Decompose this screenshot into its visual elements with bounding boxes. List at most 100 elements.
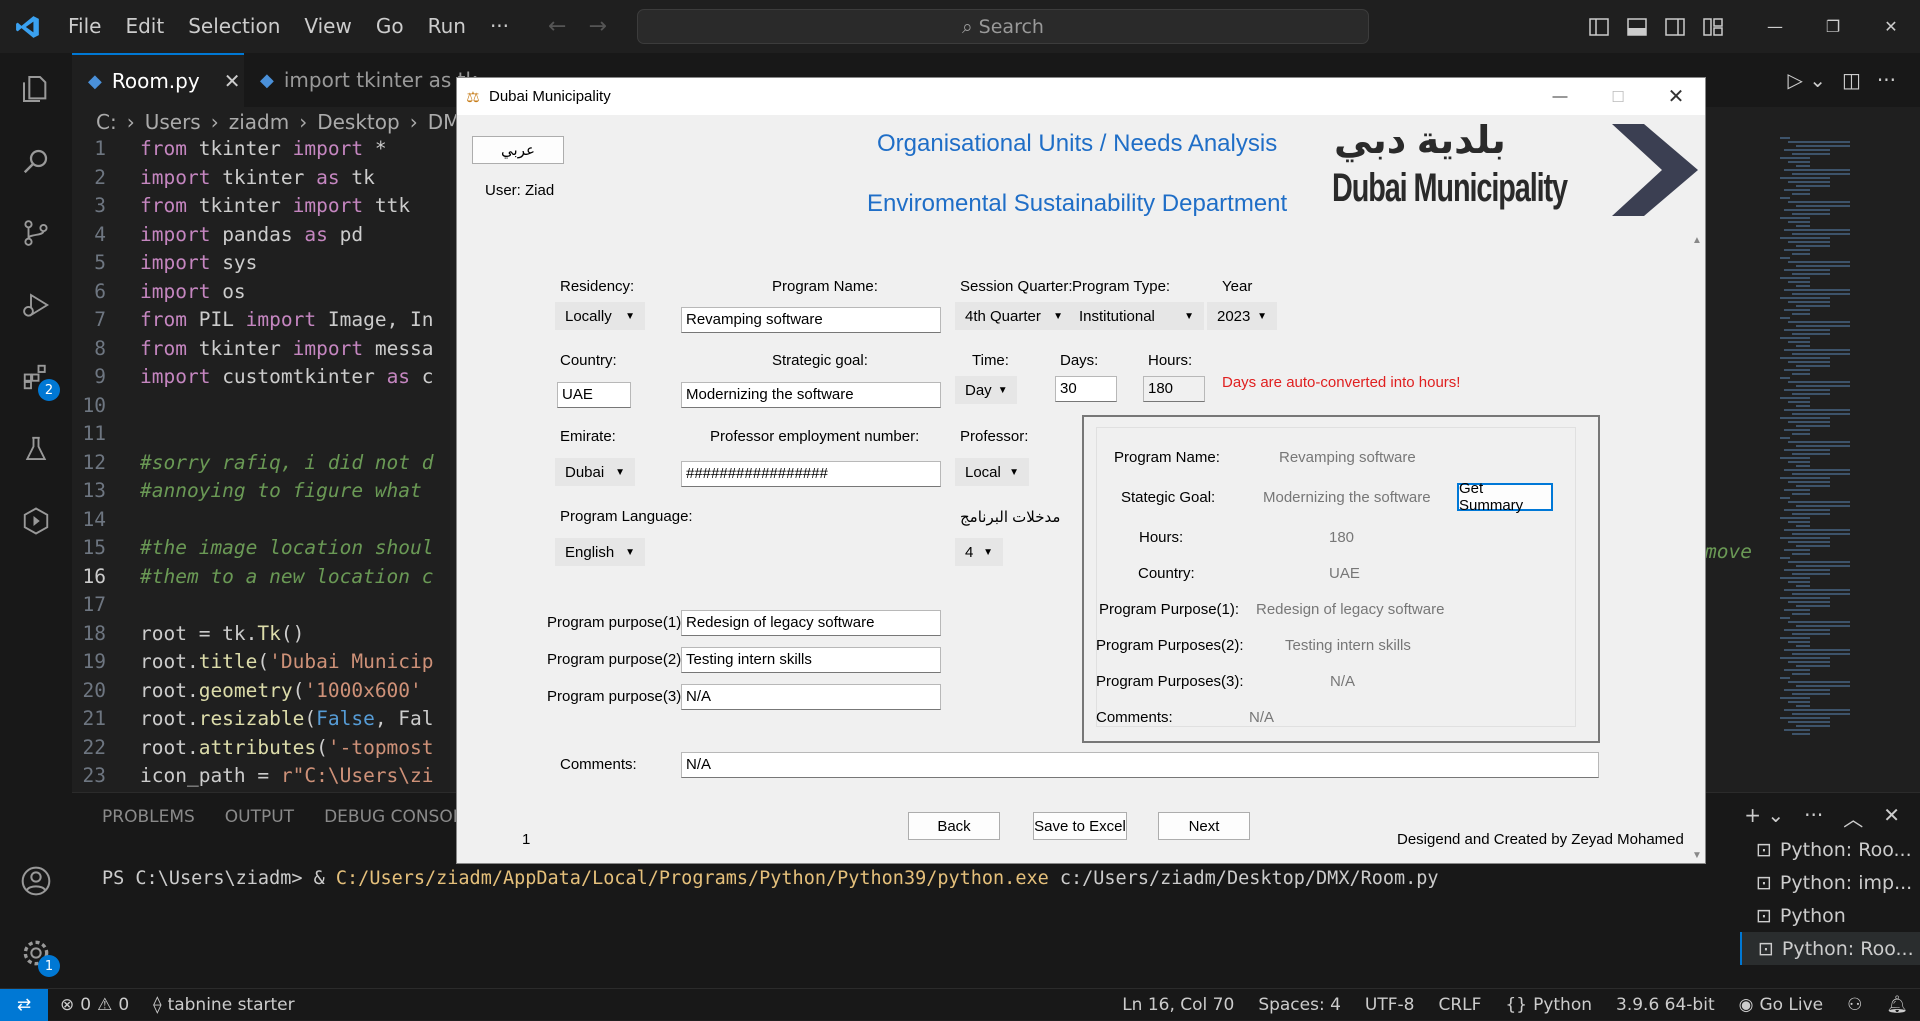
- python-version[interactable]: 3.9.6 64-bit: [1604, 995, 1727, 1015]
- run-python-icon[interactable]: ▷ ⌄: [1788, 68, 1827, 92]
- explorer-icon[interactable]: [0, 53, 72, 125]
- back-arrow-icon[interactable]: ←: [548, 14, 566, 39]
- comments-input[interactable]: N/A: [681, 752, 1599, 778]
- copilot-icon[interactable]: ⚇: [1835, 995, 1874, 1015]
- chevron-right-icon: ›: [126, 110, 135, 134]
- code-overflow-text: move: [1705, 540, 1752, 563]
- panel-more-icon[interactable]: ···: [1804, 803, 1823, 832]
- braces-icon: {}: [1505, 994, 1528, 1015]
- breadcrumb-item[interactable]: C:: [96, 110, 117, 134]
- restore-icon[interactable]: ❐: [1804, 0, 1862, 53]
- toggle-sidebar-icon[interactable]: [1580, 0, 1618, 53]
- menu-item[interactable]: Edit: [113, 0, 176, 53]
- terminal-output[interactable]: PS C:\Users\ziadm> & C:/Users/ziadm/AppD…: [102, 868, 1439, 889]
- breadcrumb-item[interactable]: ziadm: [229, 110, 290, 134]
- scroll-up-icon[interactable]: ▲: [1689, 235, 1705, 246]
- encoding[interactable]: UTF-8: [1353, 995, 1427, 1015]
- time-select[interactable]: Day ▼: [955, 376, 1017, 404]
- professor-select[interactable]: Local ▼: [955, 458, 1029, 486]
- tabnine-status[interactable]: ⟠ tabnine starter: [141, 995, 306, 1015]
- search-icon[interactable]: [0, 125, 72, 197]
- arabic-button[interactable]: عربي: [472, 136, 564, 164]
- chevron-down-icon: ▼: [615, 466, 625, 478]
- language-mode[interactable]: {} Python: [1493, 995, 1604, 1015]
- breadcrumb-item[interactable]: Users: [145, 110, 201, 134]
- panel-tab[interactable]: PROBLEMS: [102, 807, 195, 827]
- notifications-bell-icon[interactable]: 🔔︎: [1874, 995, 1920, 1015]
- country-input[interactable]: UAE: [557, 382, 631, 408]
- tk-minimize-icon[interactable]: —: [1531, 78, 1589, 115]
- toggle-panel-icon[interactable]: [1618, 0, 1656, 53]
- terminal-list-item[interactable]: ⊡ Python: Roo...: [1740, 932, 1920, 965]
- header-department: Enviromental Sustainability Department: [867, 190, 1288, 217]
- line-number: 9: [94, 365, 106, 388]
- days-input[interactable]: 30: [1055, 376, 1117, 402]
- toggle-secondary-sidebar-icon[interactable]: [1656, 0, 1694, 53]
- program-inputs-select[interactable]: 4 ▼: [955, 538, 1003, 566]
- terminal-list-item[interactable]: ⊡ Python: [1740, 899, 1920, 932]
- minimap[interactable]: [1780, 137, 1900, 792]
- back-button[interactable]: Back: [908, 812, 1000, 840]
- minimize-icon[interactable]: —: [1746, 0, 1804, 53]
- summary-panel: Program Name: Revamping software Stategi…: [1082, 415, 1600, 743]
- remote-icon[interactable]: ⇄: [0, 988, 48, 1021]
- program-type-select[interactable]: Institutional ▼: [1069, 302, 1204, 330]
- next-button[interactable]: Next: [1158, 812, 1250, 840]
- session-quarter-select[interactable]: 4th Quarter ▼: [955, 302, 1073, 330]
- tk-close-icon[interactable]: ✕: [1647, 78, 1705, 115]
- source-control-icon[interactable]: [0, 197, 72, 269]
- go-live[interactable]: ◉ Go Live: [1727, 995, 1836, 1015]
- close-panel-icon[interactable]: ✕: [1883, 803, 1900, 832]
- split-editor-icon[interactable]: ◫: [1842, 68, 1861, 92]
- year-select[interactable]: 2023 ▼: [1207, 302, 1277, 330]
- extensions-icon[interactable]: 2: [0, 341, 72, 413]
- purpose2-input[interactable]: Testing intern skills: [681, 647, 941, 673]
- purpose3-input[interactable]: N/A: [681, 684, 941, 710]
- remote-explorer-icon[interactable]: [0, 485, 72, 557]
- scroll-down-icon[interactable]: ▼: [1689, 850, 1705, 861]
- customize-layout-icon[interactable]: [1694, 0, 1732, 53]
- manage-gear-icon[interactable]: 1: [0, 917, 72, 989]
- tk-scrollbar[interactable]: ▲ ▼: [1689, 231, 1705, 863]
- run-debug-icon[interactable]: [0, 269, 72, 341]
- program-language-select[interactable]: English ▼: [555, 538, 645, 566]
- tab-room-py[interactable]: ◆ Room.py ✕: [72, 53, 244, 107]
- terminal-list: ⊡ Python: Roo... ⊡ Python: imp... ⊡ Python ⊡ Py…: [1740, 833, 1920, 965]
- tabnine-label: tabnine starter: [167, 994, 295, 1015]
- prof-emp-no-input[interactable]: #################: [681, 461, 941, 487]
- tab-close-icon[interactable]: ✕: [224, 69, 241, 93]
- terminal-list-item[interactable]: ⊡ Python: imp...: [1740, 866, 1920, 899]
- new-terminal-icon[interactable]: + ⌄: [1744, 803, 1784, 832]
- indent-spaces[interactable]: Spaces: 4: [1246, 995, 1353, 1015]
- residency-select[interactable]: Locally ▼: [555, 302, 645, 330]
- problems-status[interactable]: ⊗ 0 ⚠ 0: [48, 995, 141, 1015]
- chevron-right-icon: ›: [210, 110, 219, 134]
- menu-item[interactable]: Selection: [176, 0, 292, 53]
- menu-item[interactable]: Go: [364, 0, 416, 53]
- menu-item[interactable]: View: [292, 0, 363, 53]
- testing-icon[interactable]: [0, 413, 72, 485]
- forward-arrow-icon[interactable]: →: [588, 14, 606, 39]
- accounts-icon[interactable]: [0, 845, 72, 917]
- emirate-select[interactable]: Dubai ▼: [555, 458, 635, 486]
- save-to-excel-button[interactable]: Save to Excel: [1033, 812, 1127, 840]
- panel-tab[interactable]: OUTPUT: [225, 807, 294, 827]
- strategic-goal-input[interactable]: Modernizing the software: [681, 382, 941, 408]
- menu-item[interactable]: Run: [416, 0, 478, 53]
- program-name-input[interactable]: Revamping software: [681, 307, 941, 333]
- panel-tab[interactable]: DEBUG CONSOLE: [324, 807, 473, 827]
- breadcrumb-item[interactable]: Desktop: [317, 110, 399, 134]
- maximize-panel-icon[interactable]: ︿: [1843, 803, 1863, 832]
- terminal-list-item[interactable]: ⊡ Python: Roo...: [1740, 833, 1920, 866]
- command-search-box[interactable]: ⌕ Search: [637, 9, 1369, 44]
- get-summary-button[interactable]: Get Summary: [1457, 480, 1553, 514]
- line-ending[interactable]: CRLF: [1426, 995, 1493, 1015]
- more-actions-icon[interactable]: ···: [1877, 68, 1896, 92]
- menu-item[interactable]: ···: [478, 0, 521, 53]
- country-label: Country:: [560, 352, 617, 369]
- chevron-down-icon: ▼: [625, 546, 635, 558]
- menu-item[interactable]: File: [56, 0, 113, 53]
- close-icon[interactable]: ✕: [1862, 0, 1920, 53]
- cursor-position[interactable]: Ln 16, Col 70: [1110, 995, 1246, 1015]
- purpose1-input[interactable]: Redesign of legacy software: [681, 610, 941, 636]
